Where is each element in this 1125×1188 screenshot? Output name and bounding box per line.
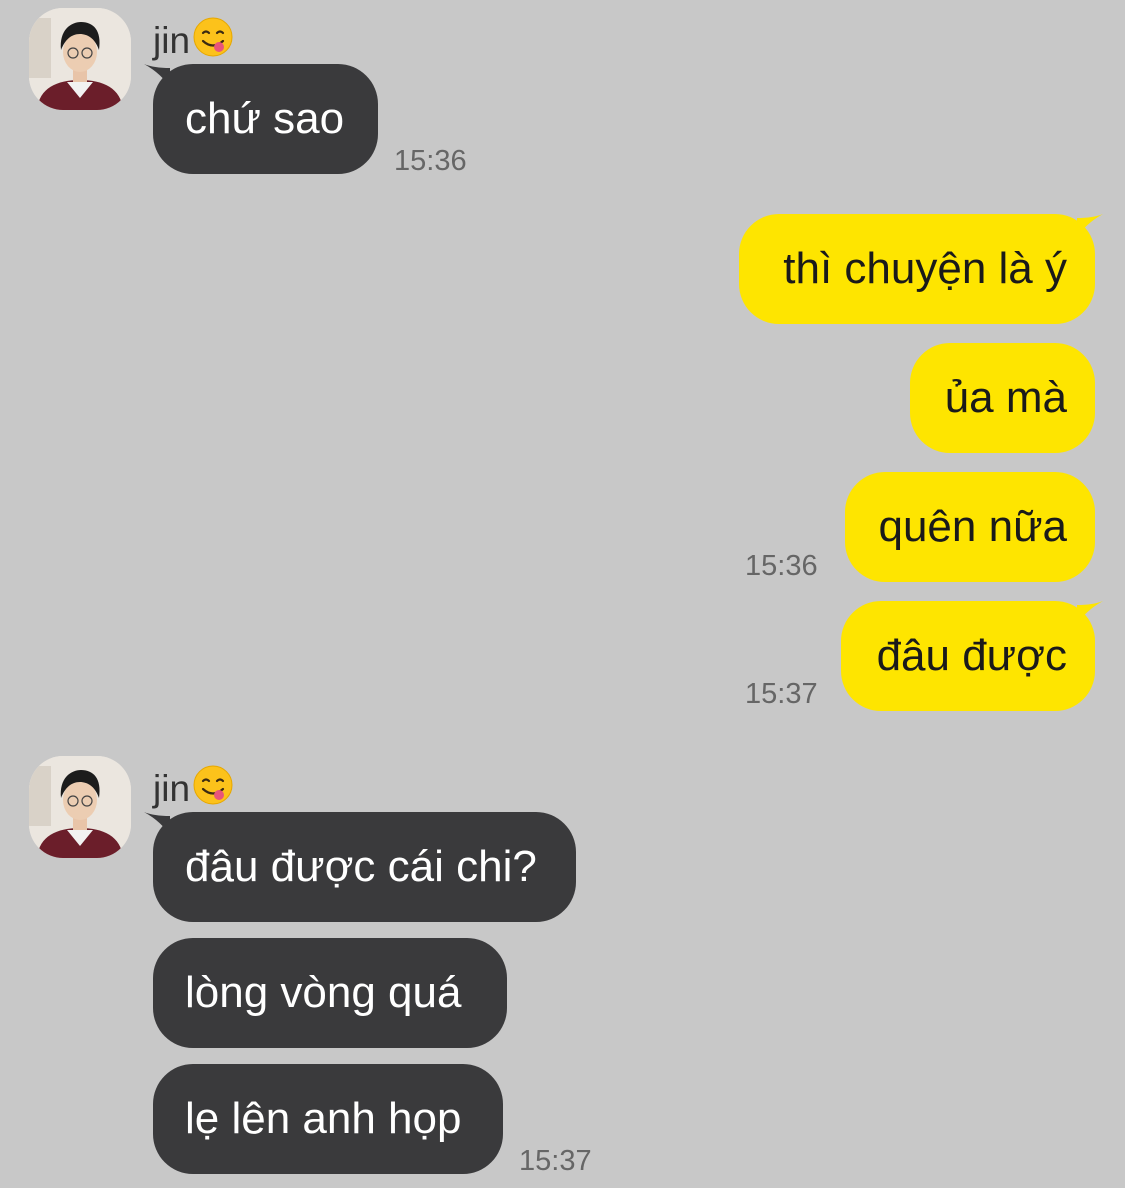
message-text: thì chuyện là ý [783, 244, 1067, 293]
message-text: đâu được [876, 631, 1067, 680]
sender-name: jin [153, 16, 234, 64]
incoming-message-bubble[interactable]: lòng vòng quá [153, 938, 507, 1048]
contact-avatar[interactable] [29, 8, 131, 110]
incoming-message-bubble[interactable]: lẹ lên anh họp [153, 1064, 503, 1174]
face-savoring-food-icon [192, 764, 234, 812]
avatar-photo-icon [29, 756, 131, 858]
outgoing-message-bubble[interactable]: đâu được [841, 601, 1095, 711]
sender-name-text: jin [153, 767, 191, 809]
incoming-message-bubble[interactable]: chứ sao [153, 64, 378, 174]
message-text: ủa mà [944, 373, 1067, 422]
message-text: quên nữa [878, 502, 1067, 551]
sender-name-text: jin [153, 19, 191, 61]
message-text: lẹ lên anh họp [185, 1094, 462, 1143]
message-timestamp: 15:36 [745, 550, 818, 582]
outgoing-message-bubble[interactable]: ủa mà [910, 343, 1095, 453]
message-timestamp: 15:36 [394, 145, 467, 177]
message-text: lòng vòng quá [185, 968, 462, 1017]
message-text: chứ sao [185, 94, 345, 143]
message-timestamp: 15:37 [519, 1145, 592, 1177]
face-savoring-food-icon [192, 16, 234, 64]
sender-name: jin [153, 764, 234, 812]
outgoing-message-bubble[interactable]: thì chuyện là ý [739, 214, 1095, 324]
outgoing-message-bubble[interactable]: quên nữa [845, 472, 1095, 582]
message-text: đâu được cái chi? [185, 842, 537, 891]
incoming-message-bubble[interactable]: đâu được cái chi? [153, 812, 576, 922]
contact-avatar[interactable] [29, 756, 131, 858]
message-timestamp: 15:37 [745, 678, 818, 710]
avatar-photo-icon [29, 8, 131, 110]
